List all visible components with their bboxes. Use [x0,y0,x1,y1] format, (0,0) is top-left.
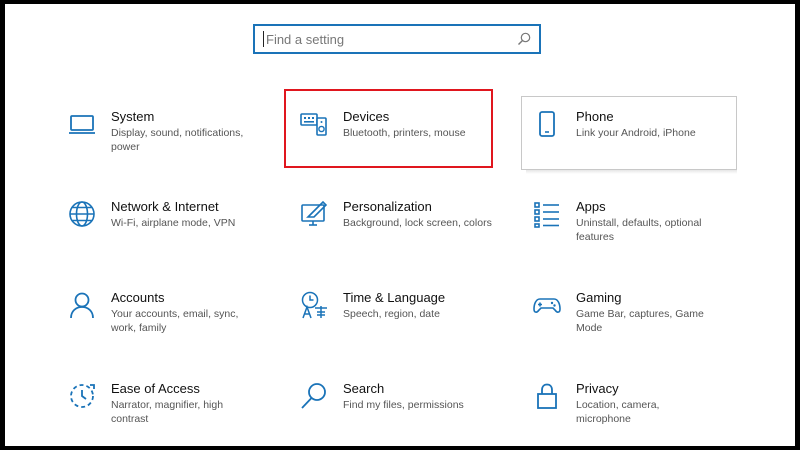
devices-highlight-box [284,89,493,168]
tile-description: Uninstall, defaults, optional features [576,217,702,243]
ease-of-access-icon [68,382,96,410]
phone-icon [533,110,561,138]
tile-description: Game Bar, captures, Game Mode [576,308,704,334]
time-language-icon [300,291,328,319]
tile-accounts[interactable]: Accounts Your accounts, email, sync, wor… [68,289,261,335]
tile-title: Privacy [576,381,619,396]
tile-apps[interactable]: Apps Uninstall, defaults, optional featu… [533,198,716,244]
magnifier-icon [300,382,328,410]
tile-title: Apps [576,199,606,214]
search-box[interactable]: Find a setting [253,24,541,54]
tile-title: Ease of Access [111,381,200,396]
tile-title: Phone [576,109,614,124]
text-cursor [263,31,264,47]
globe-icon [68,200,96,228]
tile-network[interactable]: Network & Internet Wi-Fi, airplane mode,… [68,198,261,230]
tile-privacy[interactable]: Privacy Location, camera, microphone [533,380,716,426]
tile-title: Gaming [576,290,622,305]
tile-description: Link your Android, iPhone [576,127,696,139]
tile-description: Location, camera, microphone [576,399,660,425]
tile-title: Time & Language [343,290,446,305]
tile-description: Speech, region, date [343,308,440,320]
tile-title: Personalization [343,199,432,214]
tile-gaming[interactable]: Gaming Game Bar, captures, Game Mode [533,289,716,335]
search-icon[interactable] [516,31,532,47]
tile-title: Network & Internet [111,199,219,214]
tile-phone[interactable]: Phone Link your Android, iPhone [533,108,716,140]
personalization-icon [300,200,328,228]
tile-title: Accounts [111,290,165,305]
tile-description: Your accounts, email, sync, work, family [111,308,239,334]
person-icon [68,291,96,319]
tile-personalization[interactable]: Personalization Background, lock screen,… [300,198,508,230]
tile-title: Search [343,381,385,396]
apps-list-icon [533,200,561,228]
tile-description: Narrator, magnifier, high contrast [111,399,224,425]
tile-description: Wi-Fi, airplane mode, VPN [111,217,236,229]
tile-system[interactable]: System Display, sound, notifications, po… [68,108,261,154]
tile-description: Background, lock screen, colors [343,217,492,229]
search-placeholder: Find a setting [266,31,345,47]
tile-time-language[interactable]: Time & Language Speech, region, date [300,289,508,321]
lock-icon [533,382,561,410]
tile-search[interactable]: Search Find my files, permissions [300,380,508,412]
tile-ease-of-access[interactable]: Ease of Access Narrator, magnifier, high… [68,380,261,426]
tile-description: Find my files, permissions [343,399,464,411]
gamepad-icon [533,291,561,319]
settings-window: Find a setting System Display, sound, no… [5,4,795,446]
phone-tile-hover-shadow [526,170,737,174]
tile-description: Display, sound, notifications, power [111,127,244,153]
tile-title: System [111,109,155,124]
monitor-icon [68,110,96,138]
